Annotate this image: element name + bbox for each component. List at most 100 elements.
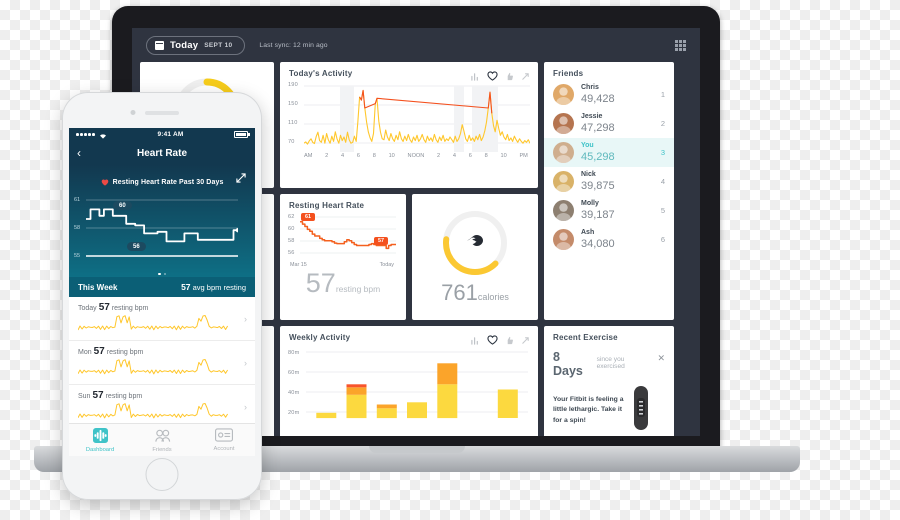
day-row[interactable]: Today 57 resting bpm › (69, 297, 255, 341)
resting-hr-value-row: 57resting bpm (280, 270, 406, 297)
friend-name: You (581, 142, 594, 150)
bar-segment[interactable] (497, 389, 518, 419)
bar-segment[interactable] (437, 363, 458, 385)
friend-rank: 4 (660, 177, 665, 186)
battery-icon (234, 130, 250, 139)
phone-week-summary: This Week 57 avg bpm resting (69, 277, 255, 297)
tracker-icon (631, 386, 651, 435)
day-unit: resting bpm (106, 349, 144, 356)
bar-segment[interactable] (346, 384, 367, 388)
tab-account[interactable]: Account (193, 428, 255, 452)
friend-row[interactable]: You 45,298 3 (544, 138, 674, 167)
phone-hero-chart: Resting Heart Rate Past 30 Days 61 58 55 (69, 165, 255, 277)
x-tick: 8 (484, 153, 488, 159)
bar-segment[interactable] (437, 384, 458, 419)
dashboard-icon (69, 427, 131, 445)
phone-annotation-56: 56 (127, 242, 146, 251)
day-row-header: Mon 57 resting bpm (78, 346, 246, 357)
rhr-end-label: Today (379, 262, 394, 268)
account-icon (193, 428, 255, 444)
x-tick: PM (519, 153, 528, 159)
friend-name: Chris (581, 84, 599, 92)
close-icon[interactable]: ✕ (657, 353, 665, 364)
avatar (553, 200, 574, 221)
bar-segment[interactable] (376, 408, 397, 419)
recent-exercise-days-sub: since you exercised (596, 356, 625, 370)
card-title-friends: Friends (553, 69, 584, 78)
card-recent-exercise[interactable]: Recent Exercise 8 Days since you exercis… (544, 326, 674, 436)
grid-icon[interactable] (675, 39, 686, 51)
friend-info: Ash 34,080 (581, 229, 615, 250)
friend-steps: 49,428 (581, 92, 615, 105)
phone-device: 9:41 AM ‹ Heart Rate Resting Heart Rate … (62, 92, 262, 500)
friend-steps: 34,080 (581, 237, 615, 250)
y-tick: 70 (288, 139, 295, 145)
day-value: 57 (92, 390, 104, 401)
y-tick: 60m (288, 370, 300, 376)
todays-activity-chart: 190 150 110 70 AM 2 4 6 8 10 NOON 2 4 6 … (288, 82, 530, 160)
phone-nav-bar: ‹ Heart Rate (69, 141, 255, 165)
card-resting-heart-rate[interactable]: Resting Heart Rate 62 60 58 56 61 57 Mar… (280, 194, 406, 320)
friend-rank: 6 (660, 235, 665, 244)
scene: Today SEPT 10 Last sync: 12 min ago Toda… (0, 0, 900, 520)
day-sparkline (78, 359, 229, 375)
friend-row[interactable]: Chris 49,428 1 (544, 80, 674, 109)
y-tick: 58 (74, 225, 81, 231)
tab-label: Account (213, 446, 235, 452)
card-weekly-activity-main[interactable]: Weekly Activity 80m 60m 40m 20m (280, 326, 538, 436)
friend-row[interactable]: Nick 39,875 4 (544, 167, 674, 196)
y-tick: 150 (288, 101, 298, 107)
x-tick: 4 (340, 153, 345, 159)
chevron-right-icon[interactable]: › (244, 402, 247, 412)
bar-segment[interactable] (346, 394, 367, 419)
y-tick: 110 (288, 120, 298, 126)
signal-icon (76, 133, 95, 136)
recent-exercise-days: 8 Days (553, 350, 583, 378)
chevron-right-icon[interactable]: › (244, 314, 247, 324)
calories-value: 761 (441, 280, 478, 305)
y-tick: 62 (288, 214, 295, 220)
friend-info: Jessie 47,298 (581, 113, 615, 134)
phone-status-bar: 9:41 AM (69, 128, 255, 141)
x-tick: AM (304, 153, 313, 159)
rhr-marker-start: 61 (301, 213, 315, 221)
flame-icon (467, 233, 483, 254)
date-sub-label: SEPT 10 (204, 41, 233, 49)
expand-icon[interactable] (236, 173, 246, 185)
phone-hero-header: Resting Heart Rate Past 30 Days (69, 171, 255, 195)
last-sync-text: Last sync: 12 min ago (259, 41, 328, 49)
day-row[interactable]: Mon 57 resting bpm › (69, 341, 255, 385)
x-tick: 8 (372, 153, 376, 159)
day-row-header: Sun 57 resting bpm (78, 390, 246, 401)
tab-label: Dashboard (85, 446, 115, 453)
phone-camera (130, 110, 136, 115)
date-selector-pill[interactable]: Today SEPT 10 (146, 35, 246, 55)
tab-dashboard[interactable]: Dashboard (69, 427, 131, 453)
card-calories[interactable]: 761calories (412, 194, 538, 320)
phone-annotation-60: 60 (113, 201, 132, 210)
day-label: Sun (78, 393, 91, 400)
heart-icon (101, 173, 109, 191)
friend-name: Nick (581, 171, 596, 179)
bar-segment[interactable] (376, 404, 397, 409)
resting-hr-chart: 62 60 58 56 61 57 Mar 15 Today (288, 213, 398, 272)
card-todays-activity[interactable]: Today's Activity 190 150 110 70 AM 2 4 6… (280, 62, 538, 188)
status-time: 9:41 AM (157, 131, 184, 138)
y-tick: 40m (288, 390, 300, 396)
tab-friends[interactable]: Friends (131, 428, 193, 453)
day-label: Mon (78, 349, 92, 356)
avatar (553, 84, 574, 105)
friend-row[interactable]: Ash 34,080 6 (544, 225, 674, 254)
y-tick: 20m (288, 410, 300, 416)
card-friends[interactable]: Friends Chris 49,428 1 Jessie 47,298 2 You 45,2… (544, 62, 674, 320)
chevron-right-icon[interactable]: › (244, 358, 247, 368)
x-tick: 2 (437, 153, 441, 159)
y-tick: 190 (288, 82, 298, 88)
bar-segment[interactable] (407, 402, 427, 419)
bar-segment[interactable] (346, 387, 367, 395)
bar-segment[interactable] (316, 412, 337, 419)
page-dots[interactable] (69, 271, 255, 275)
friend-row[interactable]: Molly 39,187 5 (544, 196, 674, 225)
phone-home-button[interactable] (145, 458, 179, 491)
friend-row[interactable]: Jessie 47,298 2 (544, 109, 674, 138)
